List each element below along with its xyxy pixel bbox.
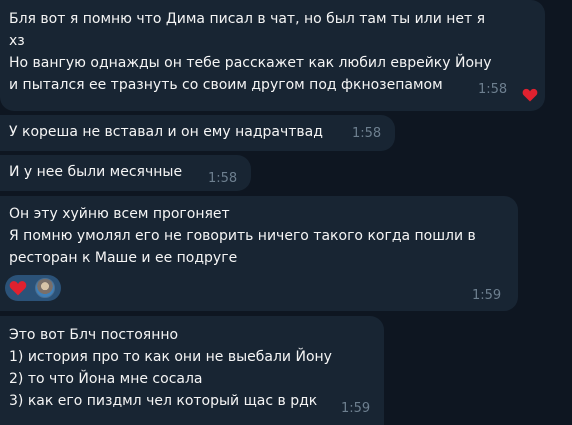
message-bubble[interactable]: Он эту хуйню всем прогоняет Я помню умол… bbox=[0, 196, 518, 311]
message-bubble[interactable]: И у нее были месячные 1:58 bbox=[0, 155, 251, 191]
message-text: хз bbox=[9, 33, 25, 49]
message-time: 1:58 bbox=[208, 171, 238, 186]
reactions-pill[interactable] bbox=[5, 275, 61, 301]
message-time: 1:58 bbox=[352, 126, 382, 141]
message-text: ресторан к Маше и ее подруге bbox=[9, 250, 238, 266]
message-text: 1) история про то как они не выебали Йон… bbox=[9, 349, 332, 365]
message-time: 1:58 bbox=[478, 82, 508, 97]
message-bubble[interactable]: Это вот Блч постоянно 1) история про то … bbox=[0, 316, 384, 425]
avatar bbox=[35, 278, 55, 298]
message-time: 1:59 bbox=[341, 401, 371, 416]
message-text: И у нее были месячные bbox=[9, 164, 183, 180]
message-time: 1:59 bbox=[472, 288, 502, 303]
message-text: Бля вот я помню что Дима писал в чат, но… bbox=[9, 11, 486, 27]
message-text: 2) то что Йона мне сосала bbox=[9, 371, 203, 387]
message-text: Это вот Блч постоянно bbox=[9, 327, 179, 343]
chat-area: Бля вот я помню что Дима писал в чат, но… bbox=[0, 0, 572, 425]
message-bubble[interactable]: Бля вот я помню что Дима писал в чат, но… bbox=[0, 0, 545, 111]
heart-icon bbox=[9, 280, 27, 296]
message-text: Он эту хуйню всем прогоняет bbox=[9, 206, 230, 222]
message-text: и пытался ее тразнуть со своим другом по… bbox=[9, 77, 443, 93]
message-text: У кореша не вставал и он ему надрачтвад bbox=[9, 124, 323, 140]
heart-icon[interactable] bbox=[521, 86, 539, 104]
message-text: Но вангую однажды он тебе расскажет как … bbox=[9, 55, 492, 71]
message-text: 3) как его пиздмл чел который щас в рдк bbox=[9, 393, 318, 409]
message-bubble[interactable]: У кореша не вставал и он ему надрачтвад … bbox=[0, 115, 395, 151]
message-text: Я помню умолял его не говорить ничего та… bbox=[9, 228, 476, 244]
